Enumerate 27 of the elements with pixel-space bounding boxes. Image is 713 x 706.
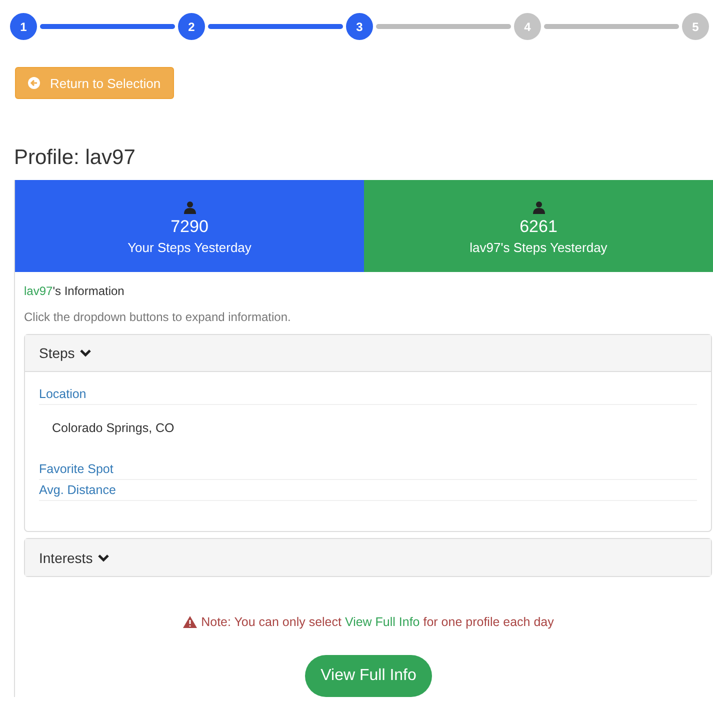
steps-value: 6261 [520, 217, 558, 237]
info-heading: lav97's Information [24, 284, 126, 298]
step-circle: 4 [514, 13, 541, 40]
steps-value: 7290 [170, 217, 208, 237]
info-link[interactable]: Avg. Distance [39, 480, 697, 501]
arrow-left-icon [28, 77, 40, 89]
profile-title: Profile: lav97 [14, 146, 136, 170]
info-hint: Click the dropdown buttons to expand information. [24, 310, 292, 324]
step-circle: 3 [346, 13, 373, 40]
accordion-header[interactable]: Steps [25, 335, 711, 372]
view-info-link[interactable]: View Full Info [344, 615, 420, 629]
note-text: Note: You can only select View Full Info for one profile each day [201, 615, 554, 629]
warning-icon [183, 616, 198, 628]
step-circle: 5 [682, 13, 709, 40]
view-full-info-button[interactable]: View Full Info [304, 655, 432, 697]
chevron-down-icon [98, 554, 109, 562]
user-icon [532, 201, 544, 214]
user-icon [184, 201, 196, 214]
step-circle: 2 [178, 13, 205, 40]
accordion-header[interactable]: Interests [25, 539, 711, 576]
step-circle: 1 [10, 13, 37, 40]
steps-label: Your Steps Yesterday [128, 240, 252, 255]
info-link[interactable]: Location [39, 384, 697, 405]
steps-label: lav97's Steps Yesterday [470, 240, 608, 255]
info-link[interactable]: Favorite Spot [39, 459, 697, 480]
chevron-down-icon [80, 349, 91, 357]
info-value: Colorado Springs, CO [51, 420, 176, 437]
